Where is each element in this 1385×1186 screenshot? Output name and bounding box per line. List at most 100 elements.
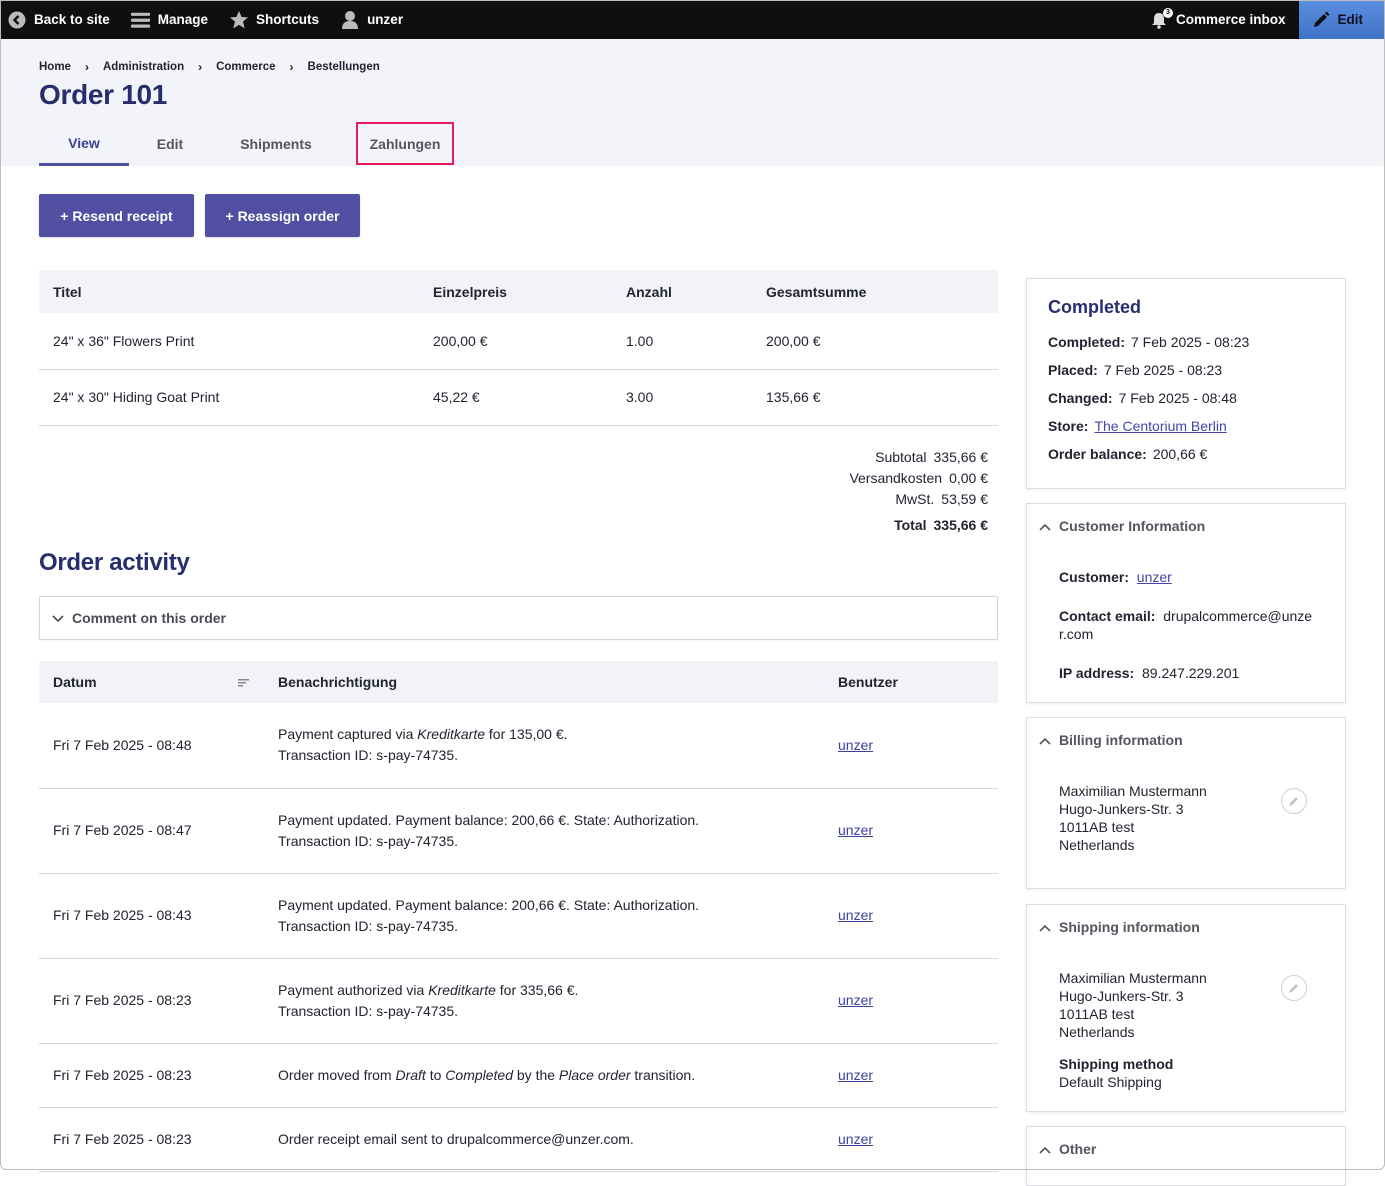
sort-icon[interactable]	[238, 674, 250, 690]
activity-user: unzer	[824, 1043, 998, 1107]
completed-label: Completed:	[1048, 334, 1125, 350]
activity-date: Fri 7 Feb 2025 - 08:47	[39, 788, 264, 873]
inbox-count-badge: 3	[1163, 8, 1173, 18]
breadcrumb-administration[interactable]: Administration	[103, 61, 184, 73]
shipping-method-label: Shipping method	[1059, 1055, 1313, 1073]
customer-link[interactable]: unzer	[1137, 569, 1172, 585]
user-link[interactable]: unzer	[838, 1131, 873, 1147]
tab-view[interactable]: View	[39, 122, 129, 166]
shipping-value: 0,00 €	[949, 468, 988, 489]
user-link[interactable]: unzer	[838, 907, 873, 923]
user-icon	[340, 10, 360, 30]
back-to-site-link[interactable]: Back to site	[0, 0, 123, 39]
customer-info-title: Customer Information	[1059, 518, 1205, 534]
edit-label: Edit	[1338, 12, 1364, 27]
status-title: Completed	[1048, 297, 1324, 318]
activity-date: Fri 7 Feb 2025 - 08:23	[39, 1043, 264, 1107]
activity-message-line: Order moved from Draft to Completed by t…	[278, 1065, 810, 1086]
commerce-inbox-link[interactable]: 3 Commerce inbox	[1141, 0, 1299, 39]
tax-value: 53,59 €	[941, 489, 988, 510]
breadcrumb-bestellungen[interactable]: Bestellungen	[308, 61, 380, 73]
tax-label: MwSt.	[895, 489, 934, 510]
other-toggle[interactable]: Other	[1027, 1127, 1345, 1171]
billing-info-toggle[interactable]: Billing information	[1027, 718, 1345, 762]
comment-toggle[interactable]: Comment on this order	[39, 596, 998, 640]
pencil-icon	[1311, 10, 1331, 30]
col-gesamtsumme: Gesamtsumme	[752, 270, 998, 313]
manage-menu[interactable]: Manage	[123, 0, 221, 39]
placed-label: Placed:	[1048, 362, 1098, 378]
user-link[interactable]: unzer	[838, 1067, 873, 1083]
reassign-order-button[interactable]: + Reassign order	[205, 194, 360, 237]
user-link[interactable]: unzer	[838, 822, 873, 838]
breadcrumb-separator: ›	[198, 60, 202, 74]
shipping-info-toggle[interactable]: Shipping information	[1027, 905, 1345, 949]
back-circle-icon	[7, 10, 27, 30]
billing-info-card: Billing information Maximilian Musterman…	[1026, 717, 1346, 889]
item-total: 200,00 €	[752, 313, 998, 369]
table-row: Fri 7 Feb 2025 - 08:43Payment updated. P…	[39, 873, 998, 958]
breadcrumb-commerce[interactable]: Commerce	[216, 61, 275, 73]
store-link[interactable]: The Centorium Berlin	[1094, 418, 1226, 434]
col-titel: Titel	[39, 270, 419, 313]
shipping-street: Hugo-Junkers-Str. 3	[1059, 987, 1313, 1005]
chevron-up-icon	[1039, 1141, 1051, 1157]
table-row: 24" x 30" Hiding Goat Print 45,22 € 3.00…	[39, 369, 998, 425]
subtotal-label: Subtotal	[875, 447, 926, 468]
table-header-row: Titel Einzelpreis Anzahl Gesamtsumme	[39, 270, 998, 313]
table-row: Fri 7 Feb 2025 - 08:47Payment updated. P…	[39, 788, 998, 873]
shipping-name: Maximilian Mustermann	[1059, 969, 1313, 987]
activity-user: unzer	[824, 788, 998, 873]
back-to-site-label: Back to site	[34, 12, 110, 27]
shipping-postal: 1011AB test	[1059, 1005, 1313, 1023]
shipping-info-card: Shipping information Maximilian Musterma…	[1026, 904, 1346, 1112]
item-total: 135,66 €	[752, 369, 998, 425]
manage-label: Manage	[158, 12, 208, 27]
edit-billing-button[interactable]	[1281, 788, 1307, 814]
admin-toolbar: Back to site Manage Shortcuts unzer 3	[0, 0, 1385, 39]
shipping-country: Netherlands	[1059, 1023, 1313, 1041]
completed-value: 7 Feb 2025 - 08:23	[1131, 334, 1249, 350]
placed-value: 7 Feb 2025 - 08:23	[1104, 362, 1222, 378]
activity-message-line: Payment captured via Kreditkarte for 135…	[278, 724, 810, 745]
user-link[interactable]: unzer	[838, 737, 873, 753]
table-row: Fri 7 Feb 2025 - 08:23 Order moved from D…	[39, 1043, 998, 1107]
shipping-label: Versandkosten	[849, 468, 942, 489]
billing-info-title: Billing information	[1059, 732, 1183, 748]
col-datum-label: Datum	[53, 674, 97, 690]
shipping-method-value: Default Shipping	[1059, 1073, 1313, 1091]
col-datum[interactable]: Datum	[39, 661, 264, 703]
tab-zahlungen[interactable]: Zahlungen	[356, 122, 454, 165]
activity-message: Payment updated. Payment balance: 200,66…	[264, 873, 824, 958]
activity-date: Fri 7 Feb 2025 - 08:23	[39, 1107, 264, 1171]
activity-message-line: Order receipt email sent to drupalcommer…	[278, 1129, 810, 1150]
customer-info-toggle[interactable]: Customer Information	[1027, 504, 1345, 548]
col-einzelpreis: Einzelpreis	[419, 270, 612, 313]
action-buttons: + Resend receipt + Reassign order	[39, 194, 360, 237]
tab-edit[interactable]: Edit	[129, 122, 211, 166]
shortcuts-menu[interactable]: Shortcuts	[221, 0, 332, 39]
item-unit-price: 200,00 €	[419, 313, 612, 369]
order-status-card: Completed Completed: 7 Feb 2025 - 08:23 P…	[1026, 278, 1346, 489]
billing-street: Hugo-Junkers-Str. 3	[1059, 800, 1313, 818]
activity-message: Payment captured via Kreditkarte for 135…	[264, 703, 824, 788]
user-link[interactable]: unzer	[838, 992, 873, 1008]
email-label: Contact email:	[1059, 608, 1155, 624]
shortcuts-label: Shortcuts	[256, 12, 319, 27]
tab-shipments[interactable]: Shipments	[211, 122, 341, 166]
chevron-up-icon	[1039, 518, 1051, 534]
total-value: 335,66 €	[934, 515, 989, 536]
edit-toggle[interactable]: Edit	[1299, 0, 1385, 39]
bell-icon: 3	[1149, 10, 1169, 30]
activity-message-line: Payment authorized via Kreditkarte for 3…	[278, 980, 810, 1001]
activity-transaction-id: Transaction ID: s-pay-74735.	[278, 1001, 810, 1022]
breadcrumb-home[interactable]: Home	[39, 61, 71, 73]
primary-tabs: View Edit Shipments Zahlungen	[39, 122, 454, 166]
item-quantity: 3.00	[612, 369, 752, 425]
edit-shipping-button[interactable]	[1281, 975, 1307, 1001]
ip-label: IP address:	[1059, 665, 1134, 681]
breadcrumb: Home › Administration › Commerce › Beste…	[39, 39, 1346, 74]
resend-receipt-button[interactable]: + Resend receipt	[39, 194, 194, 237]
chevron-up-icon	[1039, 732, 1051, 748]
user-menu[interactable]: unzer	[332, 0, 416, 39]
